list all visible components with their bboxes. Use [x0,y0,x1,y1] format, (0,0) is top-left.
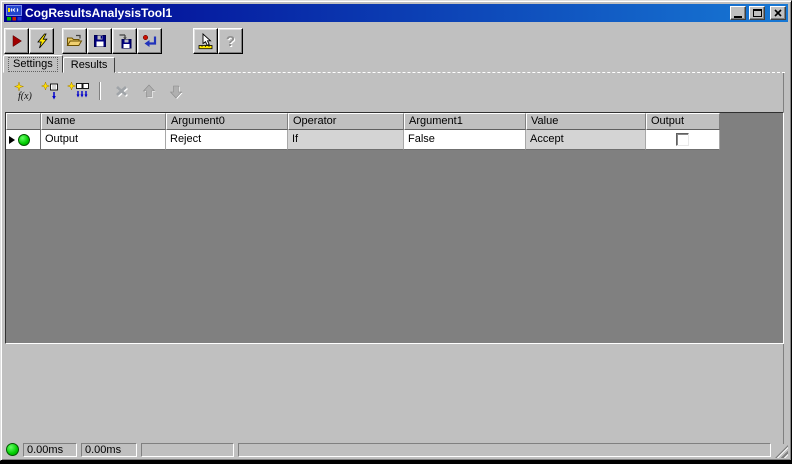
maximize-icon [752,9,762,17]
move-up-button[interactable] [138,81,160,101]
save-as-button[interactable] [112,28,137,54]
delete-button[interactable] [111,81,133,101]
add-inputs-button[interactable] [67,81,89,101]
maximize-button[interactable] [749,6,765,20]
grid-toolbar: f(x) [13,80,187,102]
save-floppy-icon [93,35,106,47]
window-title: CogResultsAnalysisTool1 [25,6,173,20]
status-bar: 0.00ms 0.00ms [3,441,789,458]
close-button[interactable] [770,6,786,20]
expressions-grid[interactable]: Name Argument0 Operator Argument1 Value … [5,112,784,344]
toolbar-separator [99,82,101,100]
close-icon [774,9,782,17]
status-panel-3 [141,442,234,457]
grid-header-row: Name Argument0 Operator Argument1 Value … [6,113,783,130]
cell-operator[interactable]: If [288,130,404,150]
header-argument1[interactable]: Argument1 [404,113,526,130]
title-bar[interactable]: CogResultsAnalysisTool1 [4,4,788,22]
lightning-icon [36,33,48,49]
tab-page-top-edge [3,72,785,73]
output-checkbox[interactable] [676,133,689,146]
add-input-icon [41,81,58,99]
header-name[interactable]: Name [41,113,166,130]
header-output[interactable]: Output [646,113,720,130]
add-function-button[interactable]: f(x) [13,81,35,101]
header-value[interactable]: Value [526,113,646,130]
header-argument0[interactable]: Argument0 [166,113,288,130]
status-panel-4 [238,442,771,457]
status-green-icon [6,443,19,456]
move-down-button[interactable] [165,81,187,101]
cell-value[interactable]: Accept [526,130,646,150]
cell-argument0[interactable]: Reject [166,130,288,150]
revert-arrow-icon [142,34,156,47]
save-button[interactable] [87,28,112,54]
open-file-button[interactable] [62,28,87,54]
run-button[interactable] [4,28,29,54]
row-status-green-icon [18,133,30,146]
app-icon [6,5,22,21]
tab-results-label: Results [70,59,108,71]
status-time-2: 0.00ms [81,442,137,457]
electric-run-button[interactable] [29,28,54,54]
open-folder-icon [66,34,83,46]
tab-settings-label: Settings [8,57,58,72]
help-button[interactable]: ? [218,28,243,54]
tab-strip: Settings Results [3,55,116,73]
cell-name[interactable]: Output [41,130,166,150]
tab-results[interactable]: Results [62,57,116,73]
minimize-button[interactable] [730,6,746,20]
move-down-icon [169,85,183,99]
cell-output [646,130,720,150]
resize-grip[interactable] [775,445,788,458]
tab-settings[interactable]: Settings [3,55,63,73]
svg-text:f(x): f(x) [18,91,33,101]
header-row-selector [6,113,41,130]
main-toolbar: ? [4,28,243,55]
add-inputs-icon [67,81,89,97]
status-time-1: 0.00ms [23,442,77,457]
minimize-icon [734,15,742,18]
delete-x-icon [116,85,128,97]
save-as-icon [119,34,131,49]
help-icon: ? [225,32,236,50]
move-up-icon [142,84,156,98]
run-icon [12,35,22,47]
header-operator[interactable]: Operator [288,113,404,130]
revert-button[interactable] [137,28,162,54]
app-window: CogResultsAnalysisTool1 ? Settings Resul… [0,0,792,461]
add-input-button[interactable] [40,81,62,101]
pointer-tool-button[interactable] [193,28,218,54]
cell-argument1[interactable]: False [404,130,526,150]
table-row[interactable]: Output Reject If False Accept [6,130,783,150]
add-function-icon: f(x) [14,81,33,101]
pointer-ruler-icon [198,32,212,49]
row-selector-cell[interactable] [6,130,41,150]
current-row-arrow-icon [9,135,15,144]
